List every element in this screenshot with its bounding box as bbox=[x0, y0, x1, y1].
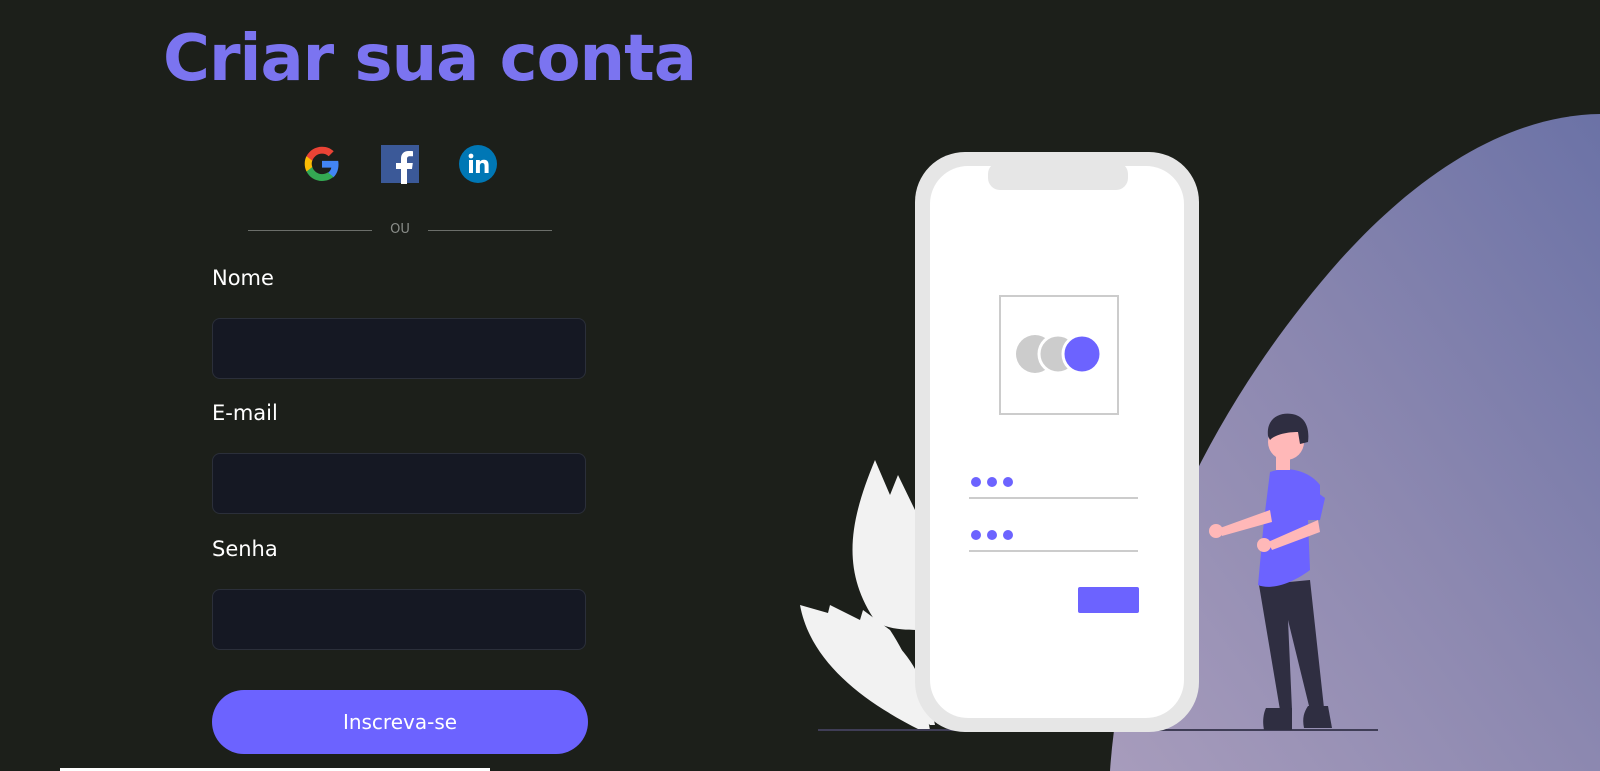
page-title: Criar sua conta bbox=[163, 22, 697, 96]
email-label: E-mail bbox=[212, 401, 278, 425]
signup-illustration bbox=[800, 114, 1600, 771]
signup-button[interactable]: Inscreva-se bbox=[212, 690, 588, 754]
google-icon bbox=[304, 146, 339, 181]
name-input[interactable] bbox=[212, 318, 586, 379]
or-divider: OU bbox=[248, 219, 552, 243]
linkedin-login-button[interactable] bbox=[458, 144, 498, 184]
divider-line-right bbox=[428, 230, 552, 231]
phone-icon bbox=[915, 152, 1199, 732]
email-input[interactable] bbox=[212, 453, 586, 514]
password-input[interactable] bbox=[212, 589, 586, 650]
social-login-row bbox=[302, 144, 502, 184]
signup-page: Criar sua conta OU Nome E-mail Senha Ins… bbox=[0, 0, 1600, 771]
password-label: Senha bbox=[212, 537, 278, 561]
google-login-button[interactable] bbox=[302, 144, 342, 184]
linkedin-icon bbox=[459, 145, 497, 183]
facebook-login-button[interactable] bbox=[380, 144, 420, 184]
name-label: Nome bbox=[212, 266, 274, 290]
leaf-decoration bbox=[800, 460, 935, 730]
facebook-icon bbox=[381, 145, 419, 184]
